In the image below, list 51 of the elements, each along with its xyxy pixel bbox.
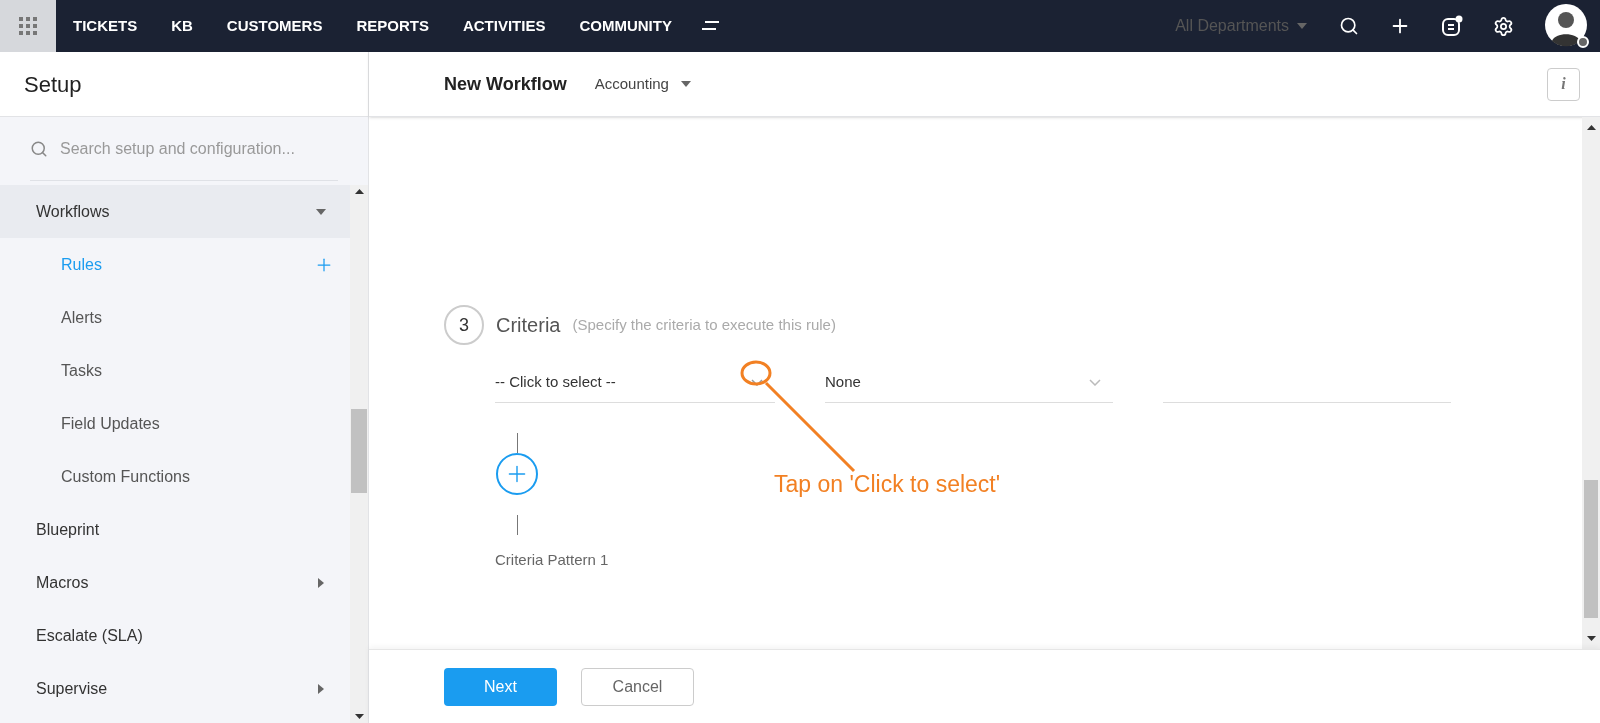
- sidebar-item[interactable]: Escalate (SLA): [0, 609, 350, 662]
- sidebar-item[interactable]: Macros: [0, 556, 350, 609]
- avatar-icon[interactable]: [1544, 3, 1590, 49]
- nav-tab[interactable]: REPORTS: [339, 14, 446, 38]
- search-field[interactable]: Search setup and configuration...: [60, 136, 320, 161]
- page-title: New Workflow: [444, 72, 567, 96]
- annotation-text: Tap on 'Click to select': [774, 470, 1001, 499]
- caret-icon: [680, 81, 691, 87]
- sidebar-subitem[interactable]: Tasks: [0, 344, 350, 397]
- collapse-caret-icon: [316, 208, 326, 215]
- settings-icon[interactable]: [1493, 15, 1514, 37]
- section-title: Criteria: [496, 313, 561, 338]
- more-icon[interactable]: [700, 21, 721, 31]
- scroll-thumb[interactable]: [351, 409, 367, 493]
- chevron-icon: [1089, 379, 1101, 386]
- search-icon[interactable]: [1339, 16, 1359, 36]
- caret-icon: [1297, 23, 1307, 29]
- sidebar-item[interactable]: Supervise: [0, 662, 350, 715]
- nav-tab[interactable]: CUSTOMERS: [209, 14, 340, 38]
- scroll-up-icon[interactable]: [1586, 125, 1596, 130]
- expand-caret-icon: [318, 577, 324, 588]
- sidebar-subitem[interactable]: Field Updates: [0, 397, 350, 450]
- criteria-pattern: Criteria Pattern 1: [495, 550, 610, 570]
- chevron-icon: [751, 379, 763, 386]
- nav-tab[interactable]: COMMUNITY: [562, 14, 689, 38]
- search-icon: [30, 139, 48, 158]
- sidebar-item[interactable]: Blueprint: [0, 503, 350, 556]
- sidebar-subitem[interactable]: Alerts: [0, 291, 350, 344]
- scroll-down-icon[interactable]: [1586, 636, 1596, 641]
- department-dropdown[interactable]: Accounting: [594, 72, 691, 96]
- scroll-down-icon[interactable]: [354, 714, 364, 719]
- expand-caret-icon: [318, 683, 324, 694]
- nav-tab[interactable]: ACTIVITIES: [445, 14, 563, 38]
- scroll-up-icon[interactable]: [354, 189, 364, 194]
- nav-tab[interactable]: TICKETS: [56, 14, 155, 38]
- nav-tab[interactable]: KB: [154, 14, 210, 38]
- scroll-thumb[interactable]: [1584, 480, 1598, 618]
- sidebar-title: Setup: [24, 70, 82, 99]
- field-select[interactable]: -- Click to select --: [495, 363, 775, 403]
- info-button[interactable]: i: [1547, 67, 1580, 101]
- scrollbar[interactable]: [350, 185, 368, 723]
- step-number: 3: [444, 305, 484, 345]
- notes-icon[interactable]: [1441, 15, 1463, 37]
- section-hint: (Specify the criteria to execute this rule): [572, 314, 836, 335]
- apps-grid-icon[interactable]: [0, 0, 56, 52]
- cancel-button[interactable]: Cancel: [581, 667, 694, 706]
- sidebar-item[interactable]: Workflows: [0, 185, 350, 238]
- add-criteria-button[interactable]: [496, 453, 538, 495]
- sidebar-subitem[interactable]: Custom Functions: [0, 450, 350, 503]
- operator-select[interactable]: None: [825, 363, 1113, 403]
- scrollbar[interactable]: [1582, 117, 1600, 649]
